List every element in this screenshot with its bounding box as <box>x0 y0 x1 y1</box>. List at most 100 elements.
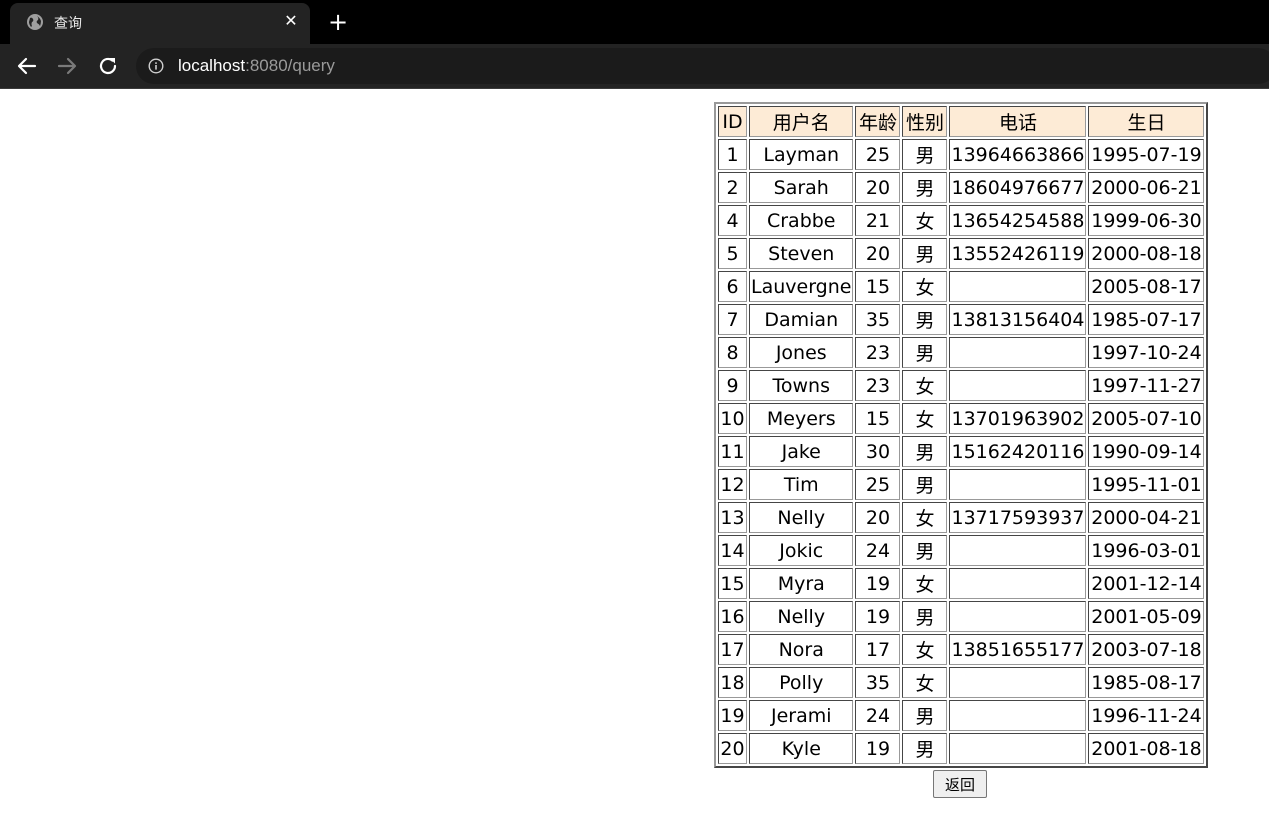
cell-id: 9 <box>718 370 747 401</box>
cell-gender: 女 <box>902 370 948 401</box>
cell-gender: 女 <box>902 403 948 434</box>
table-row: 1 Layman 25 男 13964663866 1995-07-19 <box>718 139 1205 170</box>
cell-username: Towns <box>749 370 854 401</box>
cell-gender: 男 <box>902 337 948 368</box>
cell-gender: 男 <box>902 535 948 566</box>
cell-gender: 男 <box>902 139 948 170</box>
info-icon[interactable] <box>148 58 164 74</box>
table-body: 1 Layman 25 男 13964663866 1995-07-19 2 Sarah 20 男… <box>718 139 1205 764</box>
cell-username: Tim <box>749 469 854 500</box>
table-row: 15 Myra 19 女 2001-12-14 <box>718 568 1205 599</box>
column-header-age: 年龄 <box>855 106 901 137</box>
cell-gender: 女 <box>902 667 948 698</box>
cell-id: 2 <box>718 172 747 203</box>
column-header-username: 用户名 <box>749 106 854 137</box>
cell-id: 19 <box>718 700 747 731</box>
close-tab-icon[interactable]: ✕ <box>280 10 302 32</box>
cell-age: 35 <box>855 667 901 698</box>
cell-birthday: 2001-05-09 <box>1088 601 1205 632</box>
browser-tab[interactable]: 查询 ✕ <box>10 3 310 44</box>
cell-phone <box>949 337 1087 368</box>
cell-phone <box>949 370 1087 401</box>
cell-age: 20 <box>855 238 901 269</box>
cell-phone <box>949 568 1087 599</box>
cell-age: 35 <box>855 304 901 335</box>
page-content: ID 用户名 年龄 性别 电话 生日 1 Layman 25 男 13964663866… <box>0 89 1269 813</box>
cell-age: 15 <box>855 403 901 434</box>
cell-age: 30 <box>855 436 901 467</box>
cell-username: Crabbe <box>749 205 854 236</box>
table-row: 5 Steven 20 男 13552426119 2000-08-18 <box>718 238 1205 269</box>
cell-id: 12 <box>718 469 747 500</box>
cell-phone <box>949 601 1087 632</box>
cell-username: Nelly <box>749 502 854 533</box>
cell-phone <box>949 733 1087 764</box>
column-header-birthday: 生日 <box>1088 106 1205 137</box>
arrow-left-icon[interactable] <box>15 54 39 78</box>
cell-gender: 男 <box>902 172 948 203</box>
cell-id: 15 <box>718 568 747 599</box>
cell-age: 24 <box>855 700 901 731</box>
cell-phone: 13552426119 <box>949 238 1087 269</box>
url-path: :8080/query <box>245 56 335 75</box>
cell-username: Jake <box>749 436 854 467</box>
cell-username: Steven <box>749 238 854 269</box>
cell-username: Kyle <box>749 733 854 764</box>
cell-age: 19 <box>855 601 901 632</box>
cell-id: 18 <box>718 667 747 698</box>
cell-gender: 男 <box>902 304 948 335</box>
cell-age: 23 <box>855 337 901 368</box>
cell-age: 20 <box>855 172 901 203</box>
cell-id: 14 <box>718 535 747 566</box>
cell-phone: 13813156404 <box>949 304 1087 335</box>
table-row: 13 Nelly 20 女 13717593937 2000-04-21 <box>718 502 1205 533</box>
cell-birthday: 1985-07-17 <box>1088 304 1205 335</box>
cell-id: 7 <box>718 304 747 335</box>
cell-gender: 男 <box>902 601 948 632</box>
arrow-right-icon[interactable] <box>55 54 79 78</box>
cell-birthday: 1997-10-24 <box>1088 337 1205 368</box>
cell-gender: 女 <box>902 271 948 302</box>
cell-gender: 女 <box>902 205 948 236</box>
table-row: 7 Damian 35 男 13813156404 1985-07-17 <box>718 304 1205 335</box>
cell-id: 8 <box>718 337 747 368</box>
cell-id: 20 <box>718 733 747 764</box>
cell-username: Nora <box>749 634 854 665</box>
cell-birthday: 2001-08-18 <box>1088 733 1205 764</box>
cell-phone: 13964663866 <box>949 139 1087 170</box>
table-row: 18 Polly 35 女 1985-08-17 <box>718 667 1205 698</box>
globe-icon <box>27 14 43 30</box>
cell-username: Jerami <box>749 700 854 731</box>
address-bar[interactable]: localhost:8080/query <box>136 48 1269 84</box>
cell-birthday: 1997-11-27 <box>1088 370 1205 401</box>
table-row: 6 Lauvergne 15 女 2005-08-17 <box>718 271 1205 302</box>
reload-icon[interactable] <box>96 54 120 78</box>
cell-birthday: 1996-11-24 <box>1088 700 1205 731</box>
cell-phone <box>949 535 1087 566</box>
new-tab-icon[interactable]: + <box>324 8 352 36</box>
cell-phone <box>949 667 1087 698</box>
table-row: 20 Kyle 19 男 2001-08-18 <box>718 733 1205 764</box>
cell-username: Sarah <box>749 172 854 203</box>
back-button[interactable]: 返回 <box>933 770 987 798</box>
cell-age: 25 <box>855 139 901 170</box>
users-table: ID 用户名 年龄 性别 电话 生日 1 Layman 25 男 13964663866… <box>714 102 1209 768</box>
cell-username: Lauvergne <box>749 271 854 302</box>
cell-birthday: 2005-08-17 <box>1088 271 1205 302</box>
cell-id: 1 <box>718 139 747 170</box>
cell-username: Jones <box>749 337 854 368</box>
cell-username: Jokic <box>749 535 854 566</box>
column-header-gender: 性别 <box>902 106 948 137</box>
cell-username: Damian <box>749 304 854 335</box>
cell-phone: 13851655177 <box>949 634 1087 665</box>
cell-gender: 女 <box>902 634 948 665</box>
cell-id: 16 <box>718 601 747 632</box>
cell-id: 5 <box>718 238 747 269</box>
table-header-row: ID 用户名 年龄 性别 电话 生日 <box>718 106 1205 137</box>
cell-gender: 男 <box>902 436 948 467</box>
cell-phone: 13701963902 <box>949 403 1087 434</box>
cell-username: Layman <box>749 139 854 170</box>
cell-age: 15 <box>855 271 901 302</box>
column-header-id: ID <box>718 106 747 137</box>
table-row: 12 Tim 25 男 1995-11-01 <box>718 469 1205 500</box>
